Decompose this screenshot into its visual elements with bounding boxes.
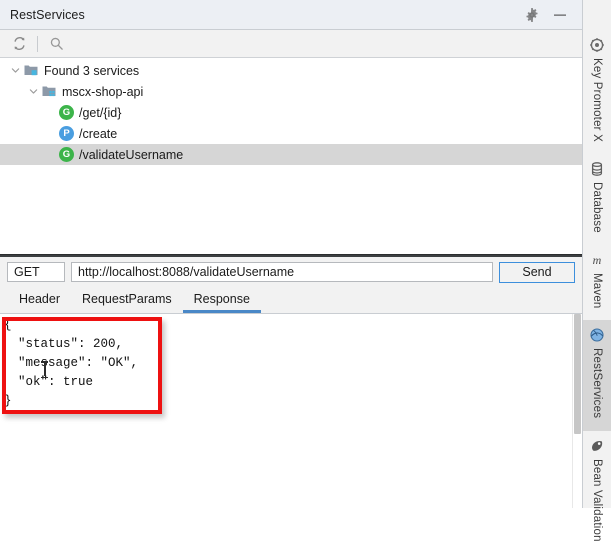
response-line: "status": 200, — [4, 335, 582, 354]
refresh-button[interactable] — [6, 33, 32, 55]
stripe-tab-label: Maven — [591, 273, 603, 309]
http-method-badge: G — [59, 105, 74, 120]
response-panel[interactable]: {"status": 200,"message": "OK","ok": tru… — [0, 314, 582, 508]
stripe-tab-label: RestServices — [591, 348, 603, 418]
stripe-tab-restservices[interactable]: RestServices — [583, 320, 611, 430]
stripe-tab-maven[interactable]: m Maven — [583, 245, 611, 321]
tree-spacer — [44, 144, 59, 165]
title-bar: RestServices — [0, 0, 582, 30]
stripe-tab-label: Database — [591, 182, 603, 233]
http-method-badge: G — [59, 147, 74, 162]
chevron-down-icon[interactable] — [26, 81, 41, 102]
rest-services-tool-window: RestServices — [0, 0, 611, 508]
window-title: RestServices — [10, 8, 524, 22]
rest-services-icon — [589, 327, 605, 343]
right-tool-stripe: Key Promoter X Database m Maven RestServices… — [582, 0, 611, 508]
chevron-down-icon[interactable] — [8, 60, 23, 81]
toolbar-separator — [37, 36, 38, 52]
response-scrollbar-thumb[interactable] — [574, 314, 581, 434]
request-tabs[interactable]: HeaderRequestParamsResponse — [0, 287, 582, 314]
request-bar: GET http://localhost:8088/validateUserna… — [0, 257, 582, 287]
response-line: } — [4, 392, 582, 411]
tree-spacer — [44, 102, 59, 123]
minimize-icon[interactable] — [552, 7, 568, 23]
tree-node-endpoint[interactable]: G/get/{id} — [0, 102, 582, 123]
stripe-tab-database[interactable]: Database — [583, 154, 611, 245]
tree-node-label: /get/{id} — [79, 106, 127, 120]
bean-validation-icon — [589, 438, 605, 454]
folder-module-icon — [41, 83, 58, 100]
tool-window-main: RestServices — [0, 0, 582, 508]
url-input[interactable]: http://localhost:8088/validateUsername — [71, 262, 493, 282]
folder-module-icon — [23, 62, 40, 79]
tree-node-label: /create — [79, 127, 123, 141]
key-promoter-icon — [589, 37, 605, 53]
search-button[interactable] — [43, 33, 69, 55]
tree-node-folder[interactable]: Found 3 services — [0, 60, 582, 81]
tree-spacer — [44, 123, 59, 144]
send-button[interactable]: Send — [499, 262, 575, 283]
svg-text:m: m — [593, 253, 602, 267]
stripe-tab-label: Bean Validation — [591, 459, 603, 542]
response-body: {"status": 200,"message": "OK","ok": tru… — [0, 314, 582, 411]
stripe-tab-label: Key Promoter X — [591, 58, 603, 142]
http-method-field[interactable]: GET — [7, 262, 65, 282]
tree-node-label: Found 3 services — [44, 64, 145, 78]
tab-response[interactable]: Response — [183, 287, 261, 313]
database-icon — [589, 161, 605, 177]
tree-node-label: /validateUsername — [79, 148, 189, 162]
stripe-tab-bean-validation[interactable]: Bean Validation — [583, 431, 611, 553]
tree-toolbar — [0, 30, 582, 58]
http-method-badge: P — [59, 126, 74, 141]
response-line: { — [4, 316, 582, 335]
title-bar-actions — [524, 7, 574, 23]
tree-node-label: mscx-shop-api — [62, 85, 149, 99]
tab-requestparams[interactable]: RequestParams — [71, 287, 183, 313]
gear-icon[interactable] — [524, 7, 540, 23]
maven-icon: m — [589, 252, 605, 268]
tree-node-endpoint[interactable]: G/validateUsername — [0, 144, 582, 165]
tab-header[interactable]: Header — [8, 287, 71, 313]
response-line: "message": "OK", — [4, 354, 582, 373]
tree-node-endpoint[interactable]: P/create — [0, 123, 582, 144]
response-line: "ok": true — [4, 373, 582, 392]
tree-node-folder[interactable]: mscx-shop-api — [0, 81, 582, 102]
services-tree[interactable]: Found 3 servicesmscx-shop-apiG/get/{id}P… — [0, 58, 582, 254]
stripe-tab-key-promoter-x[interactable]: Key Promoter X — [583, 30, 611, 154]
response-scrollbar[interactable] — [572, 314, 582, 508]
